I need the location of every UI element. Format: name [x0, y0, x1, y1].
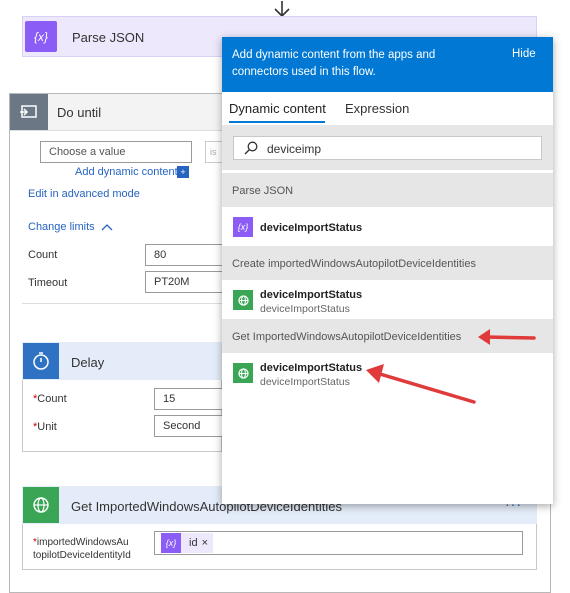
- delay-unit-text: Unit: [37, 421, 57, 433]
- delay-unit-select[interactable]: Second: [154, 415, 224, 437]
- globe-icon: [23, 487, 59, 523]
- change-limits-link[interactable]: Change limits: [28, 221, 113, 233]
- chevron-up-icon: [101, 224, 113, 231]
- item-subtitle: deviceImportStatus: [260, 303, 350, 315]
- token-icon: {x}: [161, 533, 181, 553]
- timeout-label: Timeout: [28, 277, 68, 289]
- hide-button[interactable]: Hide: [512, 48, 536, 60]
- divider: [22, 303, 222, 304]
- item-title: deviceImportStatus: [260, 222, 363, 234]
- param-label-line2: topilotDeviceIdentityId: [33, 550, 131, 561]
- do-until-title: Do until: [57, 105, 102, 120]
- globe-icon: [233, 363, 253, 383]
- edit-advanced-mode-link[interactable]: Edit in advanced mode: [28, 188, 140, 200]
- change-limits-label: Change limits: [28, 221, 95, 233]
- device-identity-id-label: *importedWindowsAu topilotDeviceIdentity…: [33, 536, 148, 562]
- count-label: Count: [28, 249, 58, 261]
- flyout-header-text: Add dynamic content from the apps and co…: [232, 49, 436, 78]
- tab-active-indicator: [229, 121, 325, 123]
- search-value: deviceimp: [267, 142, 322, 156]
- param-label-line1: importedWindowsAu: [36, 537, 129, 548]
- delay-count-text: Count: [37, 393, 67, 405]
- section-title: Parse JSON: [232, 185, 294, 197]
- annotation-arrow-icon: [366, 364, 476, 404]
- delay-count-label: *Count: [33, 393, 67, 405]
- delay-count-input[interactable]: 15: [154, 388, 224, 410]
- timeout-input[interactable]: PT20M: [145, 271, 225, 293]
- dynamic-token[interactable]: {x} id ×: [161, 533, 213, 553]
- parse-json-icon: {x}: [233, 217, 253, 237]
- token-remove-button[interactable]: ×: [202, 537, 213, 549]
- item-subtitle: deviceImportStatus: [260, 376, 350, 388]
- item-title: deviceImportStatus: [260, 289, 363, 301]
- search-icon: [244, 141, 258, 155]
- parse-json-title: Parse JSON: [72, 30, 145, 45]
- add-dynamic-content-link[interactable]: Add dynamic content: [75, 166, 178, 178]
- condition-value-input[interactable]: Choose a value: [40, 141, 192, 163]
- item-title: deviceImportStatus: [260, 362, 363, 374]
- add-dynamic-content-icon[interactable]: +: [177, 166, 189, 178]
- timer-icon: [23, 343, 59, 379]
- section-title: Create importedWindowsAutopilotDeviceIde…: [232, 258, 476, 270]
- device-identity-id-input[interactable]: {x} id ×: [154, 531, 523, 555]
- tab-dynamic-content[interactable]: Dynamic content: [229, 101, 326, 116]
- section-title: Get ImportedWindowsAutopilotDeviceIdenti…: [232, 331, 462, 343]
- delay-title: Delay: [71, 355, 105, 370]
- annotation-arrow-icon: [478, 329, 536, 345]
- token-label: id: [189, 537, 198, 549]
- tab-expression[interactable]: Expression: [345, 101, 409, 116]
- delay-unit-label: *Unit: [33, 421, 57, 433]
- loop-icon: [10, 94, 48, 130]
- parse-json-icon: {x}: [25, 21, 57, 52]
- count-input[interactable]: 80: [145, 244, 225, 266]
- globe-icon: [233, 290, 253, 310]
